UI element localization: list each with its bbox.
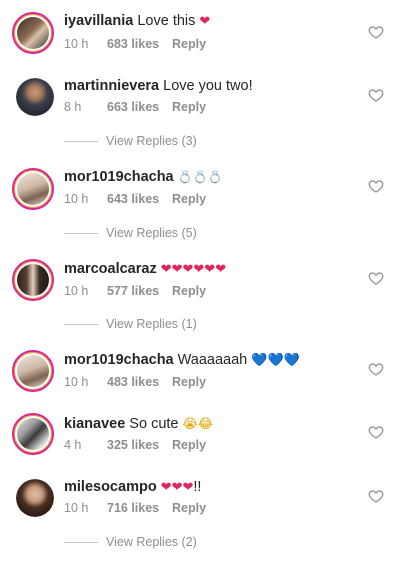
comment-username[interactable]: mor1019chacha	[64, 169, 174, 185]
comment-username[interactable]: marcoalcaraz	[64, 261, 157, 277]
heart-outline-icon[interactable]	[368, 87, 384, 103]
heart-emoji: ❤❤❤❤❤❤	[160, 262, 227, 277]
reply-button[interactable]: Reply	[172, 501, 206, 515]
comment-likes[interactable]: 716 likes	[107, 501, 172, 515]
avatar[interactable]	[16, 479, 54, 517]
ring-emoji: 💍💍💍	[177, 170, 223, 184]
blue-heart-emoji: 💙💙💙	[251, 353, 300, 368]
comment-likes[interactable]: 325 likes	[107, 438, 172, 452]
comment-username[interactable]: mor1019chacha	[64, 352, 174, 368]
view-replies-link[interactable]: View Replies (1)	[64, 317, 197, 331]
reply-button[interactable]: Reply	[172, 284, 206, 298]
comment-time: 4 h	[64, 438, 82, 452]
avatar[interactable]	[12, 168, 54, 210]
comment-likes[interactable]: 483 likes	[107, 375, 172, 389]
reply-button[interactable]: Reply	[172, 192, 206, 206]
reply-button[interactable]: Reply	[172, 100, 206, 114]
view-replies-label: View Replies (1)	[106, 317, 197, 331]
view-replies-link[interactable]: View Replies (3)	[64, 134, 197, 148]
view-replies-link[interactable]: View Replies (2)	[64, 535, 197, 549]
comment-likes[interactable]: 683 likes	[107, 37, 172, 51]
divider-line	[64, 140, 98, 142]
view-replies-label: View Replies (2)	[106, 535, 197, 549]
comment-time: 10 h	[64, 375, 89, 389]
divider-line	[64, 323, 98, 325]
heart-outline-icon[interactable]	[368, 24, 384, 40]
reply-button[interactable]: Reply	[172, 37, 206, 51]
heart-emoji: ❤❤❤	[160, 480, 194, 495]
comment-text: Love this	[133, 13, 200, 29]
view-replies-label: View Replies (3)	[106, 134, 197, 148]
comment-likes[interactable]: 643 likes	[107, 192, 172, 206]
comment-text-suffix: !!	[193, 479, 202, 495]
avatar[interactable]	[12, 413, 54, 455]
comment-username[interactable]: martinnievera	[64, 78, 159, 94]
heart-outline-icon[interactable]	[368, 361, 384, 377]
crying-laughing-emoji: 😭😂	[182, 417, 213, 432]
avatar[interactable]	[12, 12, 54, 54]
comment-likes[interactable]: 577 likes	[107, 284, 172, 298]
view-replies-link[interactable]: View Replies (5)	[64, 226, 197, 240]
comment-likes[interactable]: 663 likes	[107, 100, 172, 114]
reply-button[interactable]: Reply	[172, 438, 206, 452]
comment-time: 10 h	[64, 501, 89, 515]
comment-text: So cute	[125, 416, 183, 432]
comment-text: Waaaaaah	[173, 352, 252, 368]
heart-outline-icon[interactable]	[368, 488, 384, 504]
view-replies-label: View Replies (5)	[106, 226, 197, 240]
comment-username[interactable]: iyavillania	[64, 13, 133, 29]
comment-text: Love you two!	[159, 78, 253, 94]
avatar[interactable]	[12, 350, 54, 392]
heart-emoji: ❤	[199, 14, 211, 29]
heart-outline-icon[interactable]	[368, 270, 384, 286]
comment-username[interactable]: kianavee	[64, 416, 125, 432]
divider-line	[64, 541, 98, 543]
avatar[interactable]	[16, 78, 54, 116]
comment-username[interactable]: milesocampo	[64, 479, 157, 495]
reply-button[interactable]: Reply	[172, 375, 206, 389]
heart-outline-icon[interactable]	[368, 424, 384, 440]
comment-time: 8 h	[64, 100, 82, 114]
divider-line	[64, 232, 98, 234]
comment-time: 10 h	[64, 37, 89, 51]
avatar[interactable]	[12, 259, 54, 301]
comment-time: 10 h	[64, 284, 89, 298]
heart-outline-icon[interactable]	[368, 178, 384, 194]
comment-time: 10 h	[64, 192, 89, 206]
